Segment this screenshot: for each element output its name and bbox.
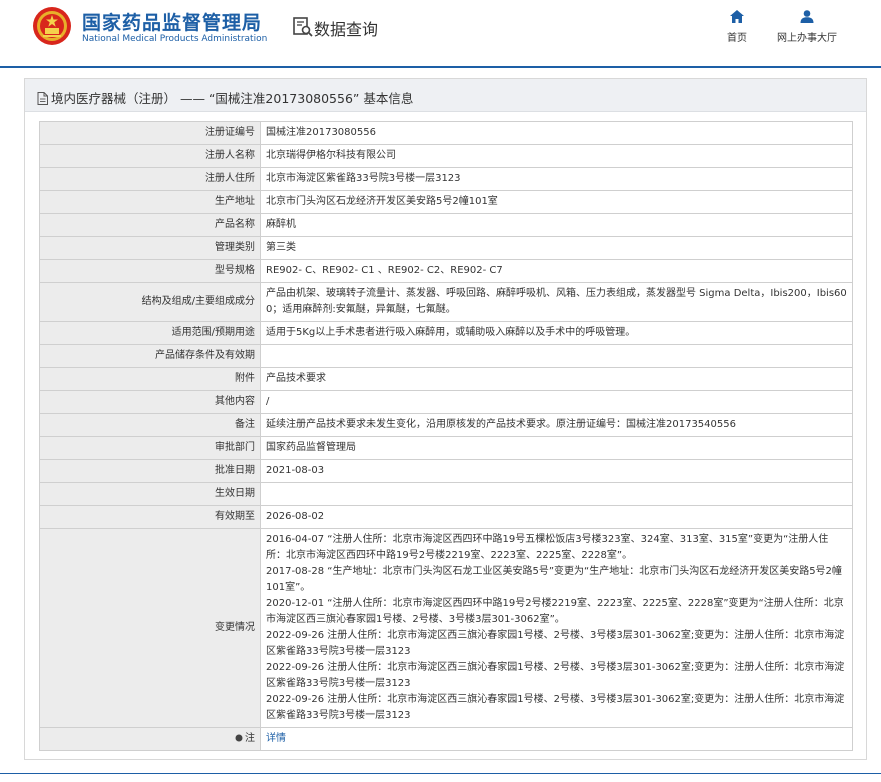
table-row: 产品名称 麻醉机 [39,213,853,237]
note-value: 详情 [260,727,853,751]
note-label: 注 [245,733,255,744]
note-label-cell: 注 [39,727,261,751]
table-row: 批准日期 2021-08-03 [39,459,853,483]
site-name[interactable]: 国家药品监督管理局 [82,8,262,35]
change-entry: 2022-09-26 注册人住所：北京市海淀区西三旗沁春家园1号楼、2号楼、3号… [266,662,845,689]
field-value: 国家药品监督管理局 [260,436,853,460]
user-icon [800,10,814,23]
field-value: 产品技术要求 [260,367,853,391]
section-title: 数据查询 [314,20,379,39]
change-history-label: 变更情况 [39,528,261,728]
nav-home[interactable]: 首页 [724,10,750,44]
field-label: 生产地址 [39,190,261,214]
table-row: 备注 延续注册产品技术要求未发生变化，沿用原核发的产品技术要求。原注册证编号：国械… [39,413,853,437]
field-label: 结构及组成/主要组成成分 [39,282,261,322]
table-row: 附件 产品技术要求 [39,367,853,391]
table-row: 审批部门 国家药品监督管理局 [39,436,853,460]
field-value: / [260,390,853,414]
field-value: 麻醉机 [260,213,853,237]
change-history-value: 2016-04-07 “注册人住所：北京市海淀区西四环中路19号五棵松饭店3号楼… [260,528,853,728]
field-value: 国械注准20173080556 [260,121,853,145]
table-row: 有效期至 2026-08-02 [39,505,853,529]
note-row: 注 详情 [39,727,853,751]
field-label: 注册证编号 [39,121,261,145]
table-row: 适用范围/预期用途 适用于5Kg以上手术患者进行吸入麻醉用，或辅助吸入麻醉以及手术… [39,321,853,345]
field-label: 适用范围/预期用途 [39,321,261,345]
change-entry: 2017-08-28 “生产地址：北京市门头沟区石龙工业区美安路5号”变更为“生… [266,566,842,593]
field-label: 生效日期 [39,482,261,506]
field-label: 备注 [39,413,261,437]
change-entry: 2020-12-01 “注册人住所：北京市海淀区西四环中路19号2号楼2219室… [266,598,844,625]
info-icon [235,734,243,742]
field-label: 其他内容 [39,390,261,414]
field-label: 有效期至 [39,505,261,529]
document-icon [37,92,48,105]
change-entry: 2022-09-26 注册人住所：北京市海淀区西三旗沁春家园1号楼、2号楼、3号… [266,630,845,657]
field-value: 北京市门头沟区石龙经济开发区美安路5号2幢101室 [260,190,853,214]
national-emblem-icon [33,7,71,45]
field-value: 适用于5Kg以上手术患者进行吸入麻醉用，或辅助吸入麻醉以及手术中的呼吸管理。 [260,321,853,345]
panel-title-text: 境内医疗器械（注册） —— “国械注准20173080556” 基本信息 [51,91,414,106]
header-divider [0,66,881,68]
table-row: 产品储存条件及有效期 [39,344,853,368]
change-entry: 2016-04-07 “注册人住所：北京市海淀区西四环中路19号五棵松饭店3号楼… [266,534,829,561]
site-name-en[interactable]: National Medical Products Administration [82,34,267,44]
field-label: 注册人名称 [39,144,261,168]
field-value: 2026-08-02 [260,505,853,529]
nav-online-hall-label: 网上办事大厅 [777,33,837,44]
field-label: 批准日期 [39,459,261,483]
field-label: 注册人住所 [39,167,261,191]
field-value: 北京市海淀区紫雀路33号院3号楼一层3123 [260,167,853,191]
panel-title: 境内医疗器械（注册） —— “国械注准20173080556” 基本信息 [37,88,413,107]
table-row: 生产地址 北京市门头沟区石龙经济开发区美安路5号2幢101室 [39,190,853,214]
field-label: 审批部门 [39,436,261,460]
info-table: 注册证编号 国械注准20173080556 注册人名称 北京瑞得伊格尔科技有限公司 … [39,121,853,751]
field-value: RE902- C、RE902- C1 、RE902- C2、RE902- C7 [260,259,853,283]
table-row: 生效日期 [39,482,853,506]
footer-divider [0,773,881,774]
change-history-row: 变更情况 2016-04-07 “注册人住所：北京市海淀区西四环中路19号五棵松… [39,528,853,728]
field-label: 产品储存条件及有效期 [39,344,261,368]
data-search-icon [293,17,313,37]
panel-title-bar: 境内医疗器械（注册） —— “国械注准20173080556” 基本信息 [25,79,866,112]
table-row: 型号规格 RE902- C、RE902- C1 、RE902- C2、RE902-… [39,259,853,283]
field-value: 北京瑞得伊格尔科技有限公司 [260,144,853,168]
change-entry: 2022-09-26 注册人住所：北京市海淀区西三旗沁春家园1号楼、2号楼、3号… [266,694,845,721]
field-label: 产品名称 [39,213,261,237]
table-row: 注册人名称 北京瑞得伊格尔科技有限公司 [39,144,853,168]
details-link[interactable]: 详情 [266,733,286,744]
field-value: 2021-08-03 [260,459,853,483]
field-label: 管理类别 [39,236,261,260]
table-row: 注册证编号 国械注准20173080556 [39,121,853,145]
field-value [260,344,853,368]
field-value: 延续注册产品技术要求未发生变化，沿用原核发的产品技术要求。原注册证编号：国械注准… [260,413,853,437]
field-value [260,482,853,506]
field-label: 型号规格 [39,259,261,283]
table-row: 结构及组成/主要组成成分 产品由机架、玻璃转子流量计、蒸发器、呼吸回路、麻醉呼吸机… [39,282,853,322]
field-value: 产品由机架、玻璃转子流量计、蒸发器、呼吸回路、麻醉呼吸机、风箱、压力表组成，蒸发… [260,282,853,322]
home-icon [730,10,744,23]
field-value: 第三类 [260,236,853,260]
nav-online-hall[interactable]: 网上办事大厅 [776,10,838,44]
table-row: 注册人住所 北京市海淀区紫雀路33号院3号楼一层3123 [39,167,853,191]
field-label: 附件 [39,367,261,391]
table-row: 其他内容 / [39,390,853,414]
site-header: 国家药品监督管理局 National Medical Products Admi… [0,0,881,66]
detail-panel: 境内医疗器械（注册） —— “国械注准20173080556” 基本信息 注册证… [24,78,867,760]
table-row: 管理类别 第三类 [39,236,853,260]
nav-home-label: 首页 [727,33,747,44]
